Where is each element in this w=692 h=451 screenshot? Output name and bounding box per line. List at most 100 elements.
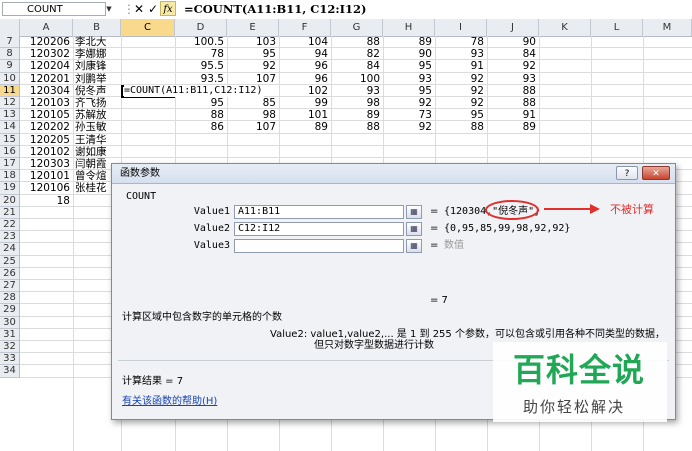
row-header-13[interactable]: 13	[0, 109, 20, 122]
cell-h10[interactable]: 93	[385, 73, 432, 85]
cell-g13[interactable]: 89	[333, 109, 380, 121]
range-select-icon[interactable]: ▦	[406, 239, 422, 253]
cell-g8[interactable]: 82	[333, 48, 380, 60]
row-header-21[interactable]: 21	[0, 206, 20, 219]
cell-a9[interactable]: 120204	[22, 60, 70, 72]
cell-a19[interactable]: 120106	[22, 182, 70, 194]
column-header-g[interactable]: G	[331, 19, 383, 36]
cell-b10[interactable]: 刘鹏举	[75, 73, 118, 85]
cell-h8[interactable]: 90	[385, 48, 432, 60]
cell-d14[interactable]: 86	[177, 121, 224, 133]
cell-g7[interactable]: 88	[333, 36, 380, 48]
column-header-c[interactable]: C	[121, 19, 175, 36]
cell-g14[interactable]: 88	[333, 121, 380, 133]
row-header-18[interactable]: 18	[0, 170, 20, 183]
cell-b13[interactable]: 苏解放	[75, 109, 118, 121]
name-box[interactable]: COUNT	[2, 2, 106, 16]
cell-d9[interactable]: 95.5	[177, 60, 224, 72]
cell-h9[interactable]: 95	[385, 60, 432, 72]
cell-a15[interactable]: 120205	[22, 134, 70, 146]
cell-h13[interactable]: 73	[385, 109, 432, 121]
cell-b9[interactable]: 刘康锋	[75, 60, 118, 72]
row-header-11[interactable]: 11	[0, 84, 20, 97]
cell-j11[interactable]: 88	[489, 85, 536, 97]
cell-d13[interactable]: 88	[177, 109, 224, 121]
cell-b8[interactable]: 李娜娜	[75, 48, 118, 60]
column-header-m[interactable]: M	[643, 19, 692, 36]
cell-e14[interactable]: 107	[229, 121, 276, 133]
cell-e8[interactable]: 95	[229, 48, 276, 60]
chevron-down-icon[interactable]: ▼	[104, 2, 114, 16]
row-header-17[interactable]: 17	[0, 158, 20, 171]
range-select-icon[interactable]: ▦	[406, 205, 422, 219]
row-header-31[interactable]: 31	[0, 328, 20, 341]
cell-b11[interactable]: 倪冬声	[75, 85, 118, 97]
row-header-27[interactable]: 27	[0, 280, 20, 293]
cell-f11[interactable]: 102	[281, 85, 328, 97]
row-header-32[interactable]: 32	[0, 341, 20, 354]
cell-h14[interactable]: 92	[385, 121, 432, 133]
cell-a14[interactable]: 120202	[22, 121, 70, 133]
cell-i9[interactable]: 91	[437, 60, 484, 72]
cell-a11[interactable]: 120304	[22, 85, 70, 97]
cell-i12[interactable]: 92	[437, 97, 484, 109]
row-header-29[interactable]: 29	[0, 304, 20, 317]
cell-f13[interactable]: 101	[281, 109, 328, 121]
cell-f12[interactable]: 99	[281, 97, 328, 109]
row-header-8[interactable]: 8	[0, 48, 20, 61]
help-button[interactable]: ?	[616, 166, 638, 180]
cell-j8[interactable]: 84	[489, 48, 536, 60]
cell-i7[interactable]: 78	[437, 36, 484, 48]
cell-j7[interactable]: 90	[489, 36, 536, 48]
value3-input[interactable]	[234, 239, 404, 253]
cell-f9[interactable]: 96	[281, 60, 328, 72]
cell-e10[interactable]: 107	[229, 73, 276, 85]
row-header-12[interactable]: 12	[0, 97, 20, 110]
cell-j12[interactable]: 88	[489, 97, 536, 109]
column-header-j[interactable]: J	[487, 19, 539, 36]
cell-i8[interactable]: 93	[437, 48, 484, 60]
enter-icon[interactable]: ✓	[146, 1, 160, 17]
cell-g12[interactable]: 98	[333, 97, 380, 109]
cell-e9[interactable]: 92	[229, 60, 276, 72]
cell-b12[interactable]: 齐飞扬	[75, 97, 118, 109]
row-header-10[interactable]: 10	[0, 72, 20, 85]
cell-d8[interactable]: 78	[177, 48, 224, 60]
cell-i14[interactable]: 88	[437, 121, 484, 133]
cancel-icon[interactable]: ✕	[132, 1, 146, 17]
row-header-19[interactable]: 19	[0, 182, 20, 195]
column-header-e[interactable]: E	[227, 19, 279, 36]
cell-g11[interactable]: 93	[333, 85, 380, 97]
row-header-23[interactable]: 23	[0, 231, 20, 244]
row-header-15[interactable]: 15	[0, 133, 20, 146]
cell-j14[interactable]: 89	[489, 121, 536, 133]
row-header-30[interactable]: 30	[0, 316, 20, 329]
row-header-34[interactable]: 34	[0, 365, 20, 378]
row-header-26[interactable]: 26	[0, 267, 20, 280]
cell-a10[interactable]: 120201	[22, 73, 70, 85]
cell-i10[interactable]: 92	[437, 73, 484, 85]
row-header-14[interactable]: 14	[0, 121, 20, 134]
cell-b14[interactable]: 孙玉敏	[75, 121, 118, 133]
column-header-i[interactable]: I	[435, 19, 487, 36]
cell-j13[interactable]: 91	[489, 109, 536, 121]
cell-h12[interactable]: 92	[385, 97, 432, 109]
insert-function-icon[interactable]: fx	[160, 1, 176, 16]
cell-a18[interactable]: 120101	[22, 170, 70, 182]
cell-g10[interactable]: 100	[333, 73, 380, 85]
cell-g9[interactable]: 84	[333, 60, 380, 72]
value2-input[interactable]: C12:I12	[234, 222, 404, 236]
cell-j9[interactable]: 92	[489, 60, 536, 72]
range-select-icon[interactable]: ▦	[406, 222, 422, 236]
cell-b16[interactable]: 谢如康	[75, 146, 118, 158]
column-header-a[interactable]: A	[20, 19, 73, 36]
column-header-d[interactable]: D	[175, 19, 227, 36]
cell-e13[interactable]: 98	[229, 109, 276, 121]
cell-f8[interactable]: 94	[281, 48, 328, 60]
row-header-9[interactable]: 9	[0, 60, 20, 73]
column-header-k[interactable]: K	[539, 19, 591, 36]
cell-a13[interactable]: 120105	[22, 109, 70, 121]
cell-a8[interactable]: 120302	[22, 48, 70, 60]
cell-f14[interactable]: 89	[281, 121, 328, 133]
cell-b15[interactable]: 王清华	[75, 134, 118, 146]
